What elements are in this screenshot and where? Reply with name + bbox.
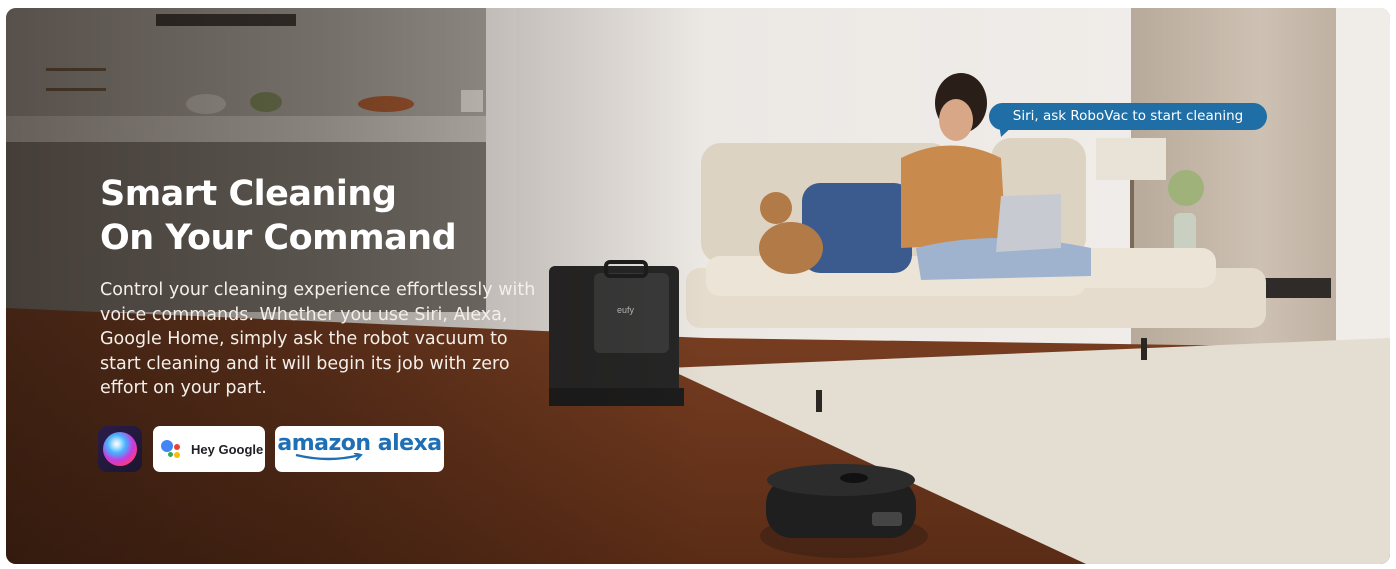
amazon-alexa-logo: amazon alexa	[277, 431, 442, 456]
headline-line-1: Smart Cleaning	[100, 174, 397, 214]
speech-bubble-tail	[999, 124, 1015, 137]
headline-line-2: On Your Command	[100, 218, 457, 258]
siri-icon	[103, 432, 137, 466]
voice-command-speech-bubble: Siri, ask RoboVac to start cleaning	[989, 103, 1267, 130]
amazon-alexa-badge: amazon alexa	[275, 426, 444, 472]
google-assistant-badge: Hey Google	[153, 426, 265, 472]
hero-banner: eufy Smart Cleaning On Your Command Cont…	[6, 8, 1390, 564]
page-title: Smart Cleaning On Your Command	[100, 172, 457, 260]
google-assistant-icon	[161, 439, 185, 459]
siri-badge	[98, 426, 142, 472]
feature-description: Control your cleaning experience effortl…	[100, 280, 536, 398]
amazon-smile-icon	[295, 453, 363, 461]
google-badge-label: Hey Google	[191, 441, 264, 457]
